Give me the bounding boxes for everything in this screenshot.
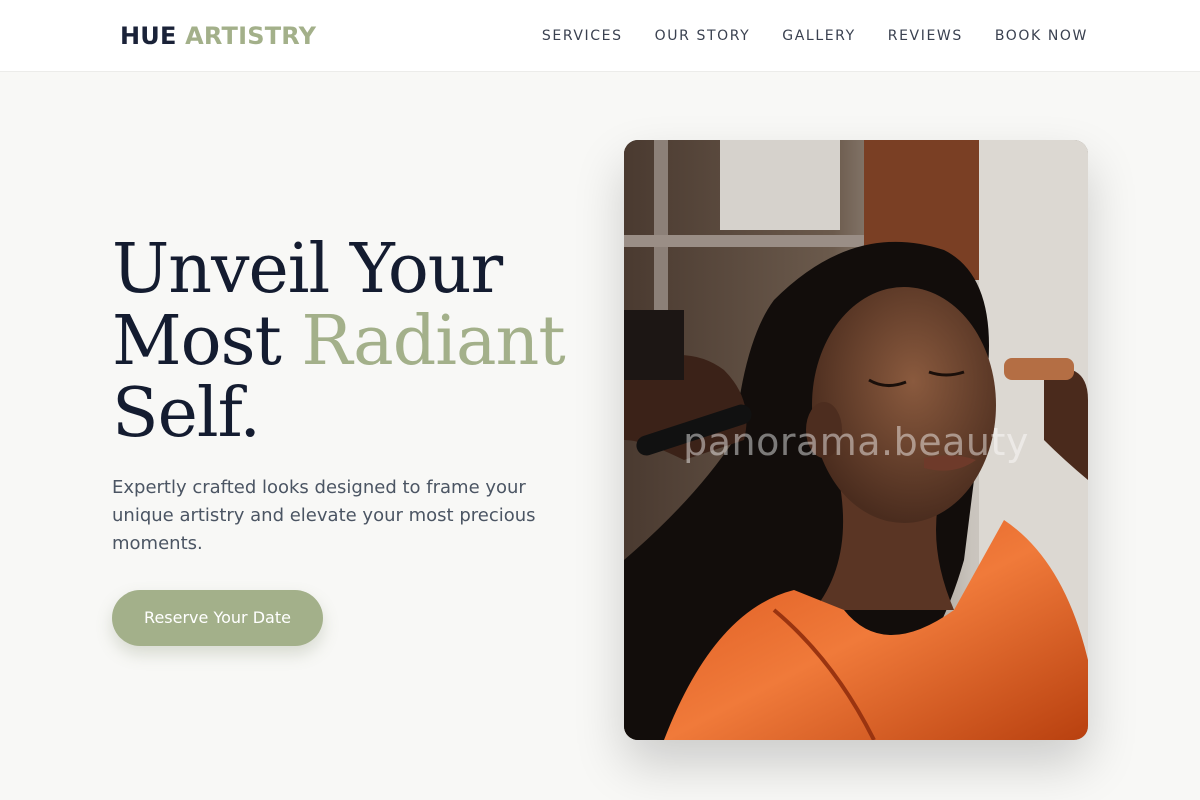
- brand-name-part1: HUE: [120, 22, 177, 50]
- nav-link-gallery[interactable]: GALLERY: [782, 26, 855, 46]
- nav-link-services[interactable]: SERVICES: [542, 26, 623, 46]
- nav-link-reviews[interactable]: REVIEWS: [888, 26, 963, 46]
- hero-photo: panorama.beauty: [624, 140, 1088, 740]
- main-nav: SERVICES OUR STORY GALLERY REVIEWS BOOK …: [542, 26, 1088, 46]
- nav-link-our-story[interactable]: OUR STORY: [655, 26, 751, 46]
- brand-logo[interactable]: HUE ARTISTRY: [120, 20, 316, 52]
- hero-title-line-1: Unveil Your: [112, 230, 503, 309]
- hero-title-line-2: Most Radiant: [112, 306, 566, 378]
- image-watermark: panorama.beauty: [683, 420, 1029, 464]
- nav-link-book-now[interactable]: BOOK NOW: [995, 26, 1088, 46]
- navbar: HUE ARTISTRY SERVICES OUR STORY GALLERY …: [0, 0, 1200, 72]
- hero-title: Unveil Your Most Radiant Self.: [112, 230, 566, 453]
- reserve-date-button[interactable]: Reserve Your Date: [112, 590, 323, 646]
- hero-title-most: Most: [112, 302, 302, 381]
- hero-title-accent: Radiant: [301, 302, 565, 381]
- hero-description: Expertly crafted looks designed to frame…: [112, 477, 536, 554]
- hero-title-line-3: Self.: [112, 374, 261, 453]
- brand-name-part2: ARTISTRY: [185, 22, 317, 50]
